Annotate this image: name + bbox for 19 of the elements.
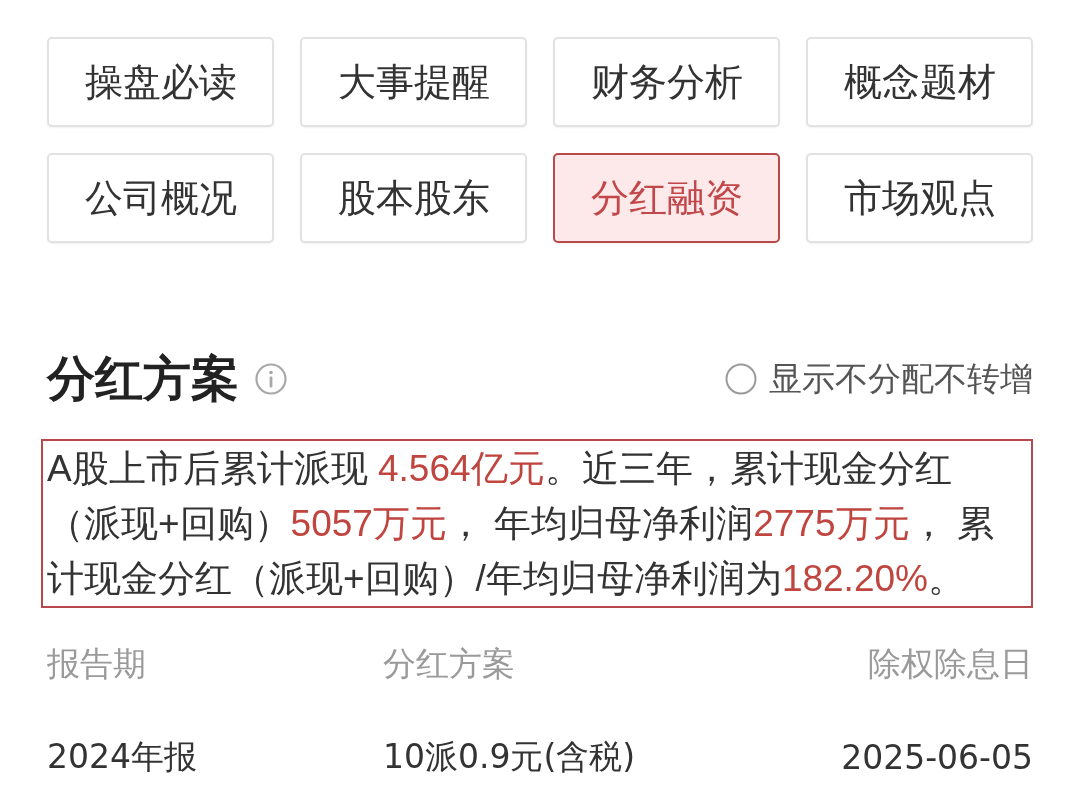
column-header: 分红方案 [383,642,516,685]
tab[interactable]: 概念题材 [806,37,1033,127]
table-cell-text: 10派0.9元(含税) [383,735,637,778]
tab[interactable]: 股本股东 [300,153,527,243]
tab[interactable]: 分红融资 [553,153,780,243]
summary-text: A股上市后累计派现 4.564亿元。近三年，累计现金分红（派现+回购）5057万元， 年均归母净利润2775万元， 累计现金分红（派现+回购）/年均归母净利润为182.20%。 [41,439,1033,608]
tab[interactable]: 财务分析 [553,37,780,127]
info-icon[interactable] [255,363,287,395]
radio-icon[interactable] [725,363,757,395]
radio-label[interactable]: 显示不分配不转增 [769,356,1033,402]
tab[interactable]: 市场观点 [806,153,1033,243]
table-cell: 2025-06-05 [841,737,1033,777]
tab[interactable]: 公司概况 [47,153,274,243]
tab[interactable]: 大事提醒 [300,37,527,127]
tab[interactable]: 操盘必读 [47,37,274,127]
column-header: 除权除息日 [868,642,1033,685]
column-header: 报告期 [47,642,147,685]
section-title: 分红方案 [47,350,239,408]
table-cell-text: 2024年报 [47,735,198,778]
